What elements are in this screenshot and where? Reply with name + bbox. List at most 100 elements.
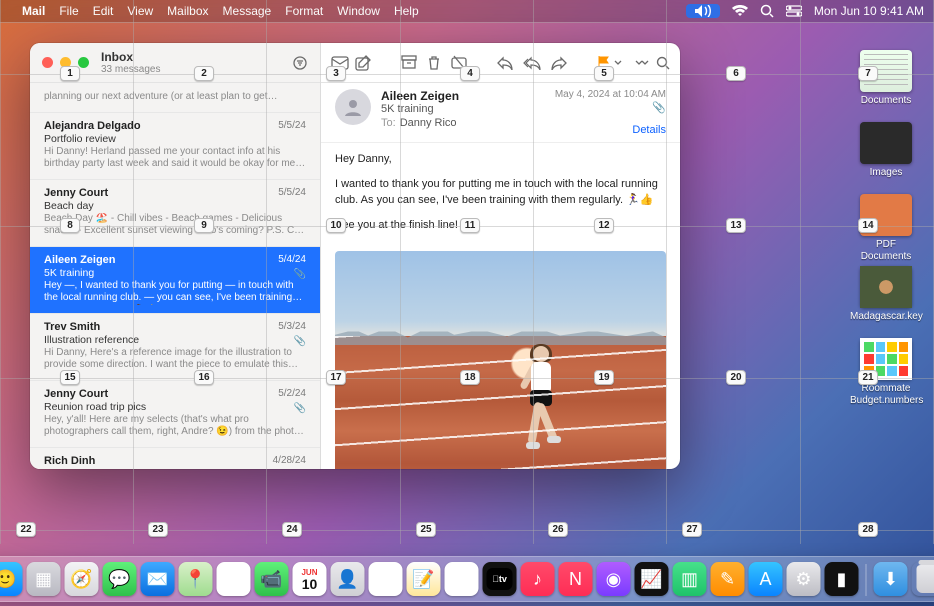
- reply-all-icon[interactable]: [523, 56, 541, 70]
- mailbox-message-count: 33 messages: [101, 64, 160, 75]
- minimize-button[interactable]: [60, 57, 71, 68]
- desktop-item-label: Roommate Budget.numbers: [850, 383, 922, 406]
- forward-icon[interactable]: [551, 56, 567, 70]
- menu-edit[interactable]: Edit: [93, 4, 114, 18]
- message-list-item[interactable]: Jenny Court5/5/24Beach dayBeach Day 🏖️ -…: [30, 180, 320, 247]
- dock-downloads-folder[interactable]: ⬇: [874, 562, 908, 596]
- search-icon[interactable]: [760, 4, 774, 18]
- msg-date: 5/3/24: [278, 321, 306, 332]
- compose-icon[interactable]: [355, 55, 371, 71]
- menu-format[interactable]: Format: [285, 4, 323, 18]
- desktop-item[interactable]: PDF Documents: [850, 194, 922, 262]
- dock-app-reminders[interactable]: ▤: [369, 562, 403, 596]
- sender-avatar[interactable]: [335, 89, 371, 125]
- msg-subject: Portfolio review: [44, 133, 306, 145]
- menu-help[interactable]: Help: [394, 4, 419, 18]
- dock-app-mail[interactable]: ✉️: [141, 562, 175, 596]
- message-body[interactable]: Hey Danny, I wanted to thank you for putt…: [321, 143, 680, 469]
- details-link[interactable]: Details: [632, 124, 666, 136]
- dock-app-launchpad[interactable]: ▦: [27, 562, 61, 596]
- dock-app-settings[interactable]: ⚙: [787, 562, 821, 596]
- dock-app-music[interactable]: ♪: [521, 562, 555, 596]
- app-menu[interactable]: Mail: [22, 4, 45, 18]
- dock-app-stocks[interactable]: 📈: [635, 562, 669, 596]
- envelope-icon[interactable]: [331, 56, 349, 70]
- msg-preview: Hey —, I wanted to thank you for putting…: [44, 280, 306, 305]
- msg-from: Jenny Court: [44, 187, 306, 199]
- msg-date: 5/4/24: [278, 254, 306, 265]
- zoom-button[interactable]: [78, 57, 89, 68]
- dock-app-facetime[interactable]: 📹: [255, 562, 289, 596]
- archive-icon[interactable]: [401, 55, 417, 71]
- dock-app-tv[interactable]: tv: [483, 562, 517, 596]
- dock-app-safari[interactable]: 🧭: [65, 562, 99, 596]
- message-list-item[interactable]: Alejandra Delgado5/5/24Portfolio reviewH…: [30, 113, 320, 180]
- search-icon[interactable]: [656, 56, 670, 70]
- body-paragraph: See you at the finish line!: [335, 217, 666, 234]
- msg-from: Aileen Zeigen: [44, 254, 306, 266]
- dock-app-news[interactable]: N: [559, 562, 593, 596]
- junk-icon[interactable]: [451, 55, 467, 71]
- dock-app-pages[interactable]: ✎: [711, 562, 745, 596]
- body-paragraph: I wanted to thank you for putting me in …: [335, 176, 666, 209]
- dock-app-podcasts[interactable]: ◉: [597, 562, 631, 596]
- reply-icon[interactable]: [497, 56, 513, 70]
- dock-app-calendar[interactable]: JUN10: [293, 562, 327, 596]
- msg-subject: Beach day: [44, 200, 306, 212]
- desktop-item[interactable]: Documents: [850, 50, 922, 107]
- menu-message[interactable]: Message: [223, 4, 272, 18]
- message-list-item[interactable]: Jenny Court5/2/24Reunion road trip pics📎…: [30, 381, 320, 448]
- runner-figure: [517, 346, 559, 466]
- control-center-audio[interactable]: [686, 4, 720, 18]
- msg-preview: Hey, y'all! Here are my selects (that's …: [44, 414, 306, 439]
- desktop-item[interactable]: Roommate Budget.numbers: [850, 338, 922, 406]
- filter-icon[interactable]: [292, 55, 308, 71]
- message-list-item[interactable]: planning our next adventure (or at least…: [30, 83, 320, 113]
- window-controls: [42, 57, 89, 68]
- dock-app-appstore[interactable]: A: [749, 562, 783, 596]
- message-subject: 5K training: [381, 103, 459, 115]
- desktop-item[interactable]: Images: [850, 122, 922, 179]
- message-date: May 4, 2024 at 10:04 AM: [555, 89, 666, 100]
- grid-number: 6: [726, 66, 746, 81]
- mailbox-title: Inbox: [101, 50, 160, 64]
- dock-app-contacts[interactable]: 👤: [331, 562, 365, 596]
- dock-separator: [866, 564, 867, 596]
- dock-app-finder[interactable]: 🙂: [0, 562, 23, 596]
- dock: 🙂▦🧭💬✉️📍✿📹JUN10👤▤📝✎tv♪N◉📈▥✎A⚙▮⬇: [0, 556, 934, 602]
- dock-app-maps[interactable]: 📍: [179, 562, 213, 596]
- dock-app-notes[interactable]: 📝: [407, 562, 441, 596]
- menu-window[interactable]: Window: [337, 4, 380, 18]
- dock-app-messages[interactable]: 💬: [103, 562, 137, 596]
- message-list[interactable]: planning our next adventure (or at least…: [30, 83, 320, 469]
- reader-toolbar: [321, 43, 680, 83]
- msg-subject: Trip to Zion National Park: [44, 468, 306, 470]
- msg-date: 5/5/24: [278, 120, 306, 131]
- message-list-item[interactable]: Aileen Zeigen5/4/245K training📎Hey —, I …: [30, 247, 320, 314]
- menu-file[interactable]: File: [59, 4, 78, 18]
- message-attachment-image[interactable]: [335, 251, 666, 469]
- body-paragraph: Hey Danny,: [335, 151, 666, 168]
- menu-view[interactable]: View: [127, 4, 153, 18]
- dock-trash[interactable]: [912, 562, 934, 596]
- message-list-item[interactable]: Trev Smith5/3/24Illustration reference📎H…: [30, 314, 320, 381]
- menu-mailbox[interactable]: Mailbox: [167, 4, 208, 18]
- close-button[interactable]: [42, 57, 53, 68]
- dock-app-photos[interactable]: ✿: [217, 562, 251, 596]
- menubar-clock[interactable]: Mon Jun 10 9:41 AM: [814, 4, 924, 18]
- msg-from: Rich Dinh: [44, 455, 306, 467]
- desktop-item[interactable]: Madagascar.key: [850, 266, 922, 323]
- flag-icon[interactable]: [597, 55, 611, 71]
- flag-dropdown-icon[interactable]: [614, 59, 622, 67]
- message-list-item[interactable]: Rich Dinh4/28/24Trip to Zion National Pa…: [30, 448, 320, 470]
- control-center-icon[interactable]: [786, 5, 802, 17]
- dock-app-numbers[interactable]: ▥: [673, 562, 707, 596]
- msg-subject: Reunion road trip pics: [44, 401, 306, 413]
- msg-subject: 5K training: [44, 267, 306, 279]
- dock-app-freeform[interactable]: ✎: [445, 562, 479, 596]
- wifi-icon[interactable]: [732, 5, 748, 17]
- more-icon[interactable]: [634, 59, 650, 67]
- attachment-icon: 📎: [294, 336, 306, 347]
- trash-icon[interactable]: [427, 55, 441, 71]
- dock-app-iphone-mirror[interactable]: ▮: [825, 562, 859, 596]
